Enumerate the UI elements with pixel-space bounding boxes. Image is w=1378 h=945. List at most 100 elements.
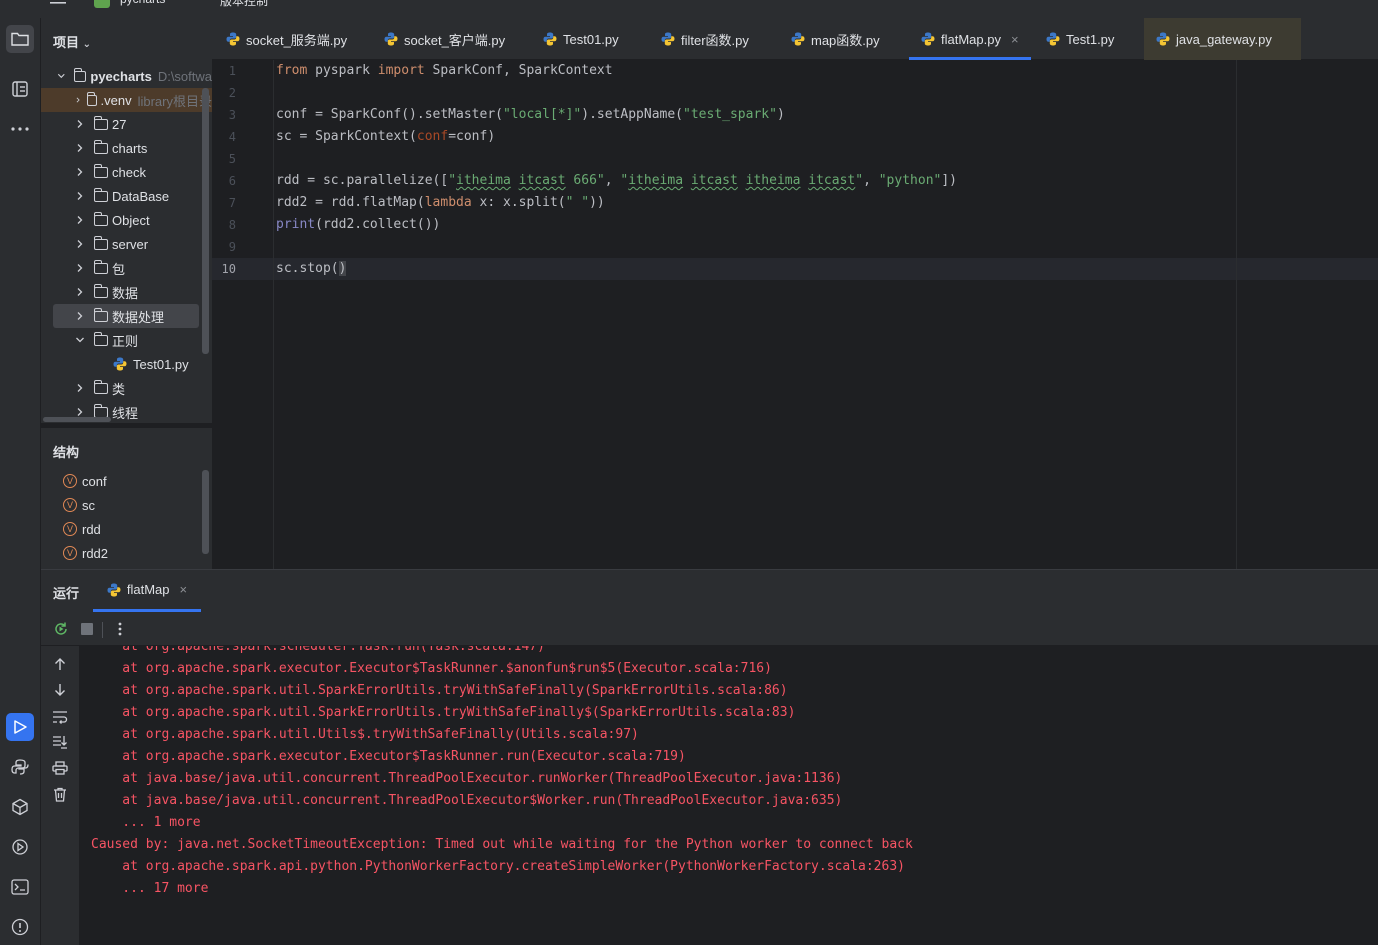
tree-item-check[interactable]: check [41,160,212,184]
tree-item-label: 数据处理 [112,309,165,325]
problems-button[interactable] [6,913,34,941]
close-icon[interactable]: × [1011,32,1019,47]
project-scrollbar[interactable] [202,88,209,354]
line-number-current: 10 [221,262,236,276]
tree-root[interactable]: pyecharts D:\softwa [41,64,212,88]
tree-item-venv[interactable]: .venv library根目录 [41,88,212,112]
scroll-to-end-icon [53,736,67,749]
more-actions-button[interactable] [110,619,130,639]
project-tool-button[interactable] [6,25,34,53]
structure-item[interactable]: Vsc [63,495,95,515]
tree-item-charts[interactable]: charts [41,136,212,160]
project-switcher[interactable]: pycharts [120,0,165,6]
scroll-up-button[interactable] [50,654,70,674]
console-line: Caused by: java.net.SocketTimeoutExcepti… [91,837,913,852]
soft-wrap-icon [53,711,68,724]
project-hscrollbar[interactable] [43,417,111,422]
tab-socket-server[interactable]: socket_服务端.py [226,18,347,60]
more-icon [11,127,29,131]
chevron-right-icon [77,384,83,392]
terminal-button[interactable] [6,873,34,901]
tree-item-shuju[interactable]: 数据 [41,280,212,304]
line-number: 7 [228,196,236,210]
tree-item-object[interactable]: Object [41,208,212,232]
tree-item-hint: library根目录 [137,93,212,109]
variable-icon: V [63,498,77,512]
tab-label: map函数.py [811,32,880,48]
project-panel-title[interactable]: 项目 ⌄ [53,32,91,51]
tree-item-test01[interactable]: Test01.py [41,352,212,376]
console-line: at org.apache.spark.executor.Executor$Ta… [91,749,686,764]
stop-button[interactable] [77,619,97,639]
structure-item-label: rdd [82,521,101,537]
app-icon[interactable] [12,0,28,11]
folder-icon [93,403,108,418]
arrow-up-icon [55,658,65,670]
tab-map[interactable]: map函数.py [791,18,880,60]
tab-filter[interactable]: filter函数.py [661,18,749,60]
main-menu-icon[interactable] [50,0,66,10]
scroll-down-button[interactable] [50,680,70,700]
project-badge [94,0,110,8]
tree-item-label: server [112,236,149,252]
console-output[interactable]: at org.apache.spark.scheduler.Task.run(T… [79,646,1378,945]
folder-icon [93,307,108,322]
python-file-icon [1156,32,1170,46]
folder-icon [93,211,108,226]
tree-item-lei[interactable]: 类 [41,376,212,400]
python-file-icon [791,32,805,46]
vcs-widget[interactable]: 版本控制 [220,0,268,9]
folder-icon [93,259,108,274]
tab-flatmap[interactable]: flatMap.py × [909,18,1031,60]
tree-item-27[interactable]: 27 [41,112,212,136]
run-tool-button[interactable] [6,713,34,741]
tab-label: flatMap.py [941,31,1001,47]
structure-item[interactable]: Vrdd2 [63,543,108,563]
folder-icon [93,235,108,250]
tab-test1[interactable]: Test1.py [1046,18,1114,60]
tree-item-zhengze[interactable]: 正则 [41,328,212,352]
clear-button[interactable] [50,784,70,804]
run-panel-header: 运行 flatMap × [41,570,1378,612]
console-line: at java.base/java.util.concurrent.Thread… [91,771,843,786]
scroll-to-end-button[interactable] [50,732,70,752]
run-tab-label: flatMap [126,582,170,597]
services-button[interactable] [6,833,34,861]
tree-item-server[interactable]: server [41,232,212,256]
structure-panel: 结构 Vconf Vsc Vrdd Vrdd2 [41,427,212,569]
tab-test01[interactable]: Test01.py [543,18,619,60]
close-icon[interactable]: × [180,582,188,597]
run-panel-title: 运行 [53,586,80,601]
tab-label: Test01.py [563,31,619,47]
python-console-icon [11,759,29,775]
python-console-button[interactable] [6,753,34,781]
console-line: at org.apache.spark.executor.Executor$Ta… [91,661,772,676]
tree-item-shujuchuli[interactable]: 数据处理 [53,304,199,328]
soft-wrap-button[interactable] [50,707,70,727]
tab-label: socket_服务端.py [246,32,348,48]
chevron-down-icon [76,337,84,343]
print-button[interactable] [50,758,70,778]
tree-item-label: 线程 [112,405,139,421]
tab-socket-client[interactable]: socket_客户端.py [384,18,505,60]
tab-label: java_gateway.py [1176,31,1272,47]
tab-java-gateway[interactable]: java_gateway.py [1144,18,1301,60]
tree-item-database[interactable]: DataBase [41,184,212,208]
structure-item-label: rdd2 [82,545,109,561]
run-tab-flatmap[interactable]: flatMap × [93,570,201,612]
structure-item-label: sc [82,497,95,513]
structure-scrollbar[interactable] [202,470,209,554]
rerun-button[interactable] [51,619,71,639]
tree-item-label: check [112,164,146,180]
code-line-4: sc = SparkContext(conf=conf) [276,129,496,144]
structure-item[interactable]: Vrdd [63,519,101,539]
more-tools-button[interactable] [6,115,34,143]
chevron-right-icon [77,120,83,128]
editor-tabs: socket_服务端.py socket_客户端.py Test01.py fi… [212,18,1378,60]
tree-item-bao[interactable]: 包 [41,256,212,280]
python-packages-button[interactable] [6,793,34,821]
code-editor[interactable]: 1 2 3 4 5 6 7 8 9 10 from pyspark import… [212,60,1378,569]
structure-tool-button[interactable] [6,75,34,103]
structure-item[interactable]: Vconf [63,471,107,491]
tree-item-label: 27 [112,116,127,132]
